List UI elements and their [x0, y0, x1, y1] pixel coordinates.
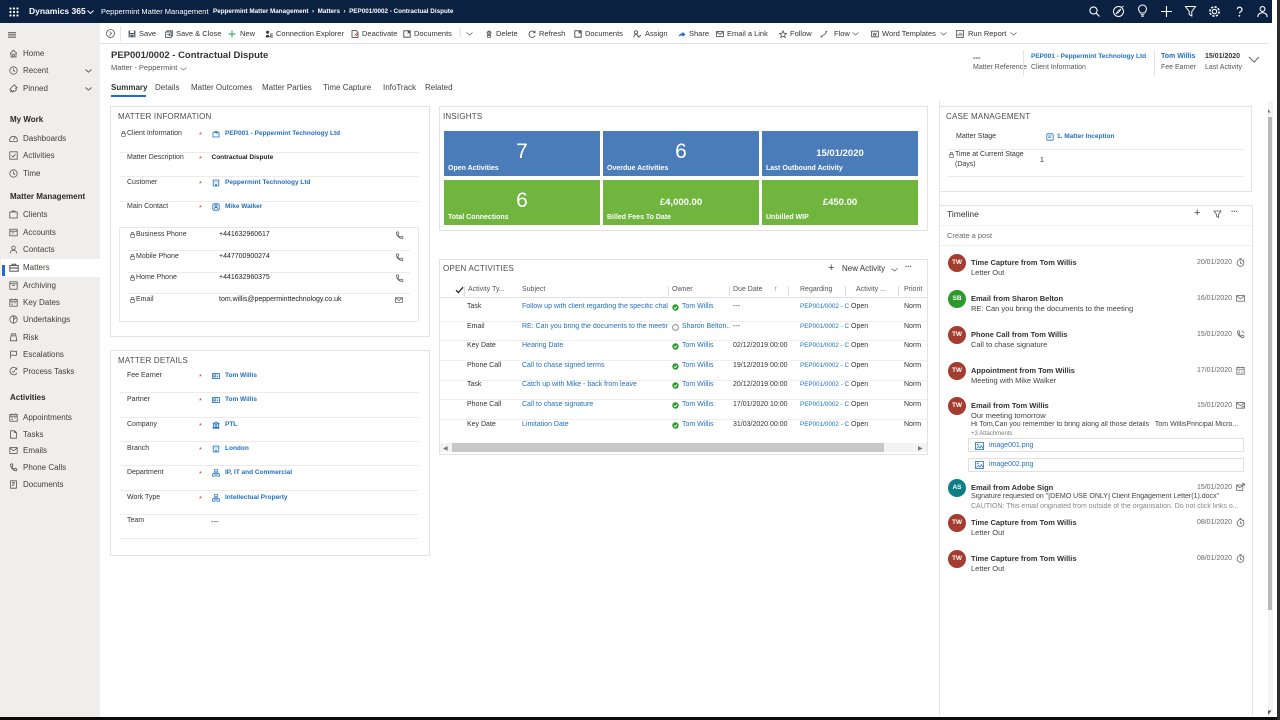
- svg-text:E: E: [270, 33, 273, 38]
